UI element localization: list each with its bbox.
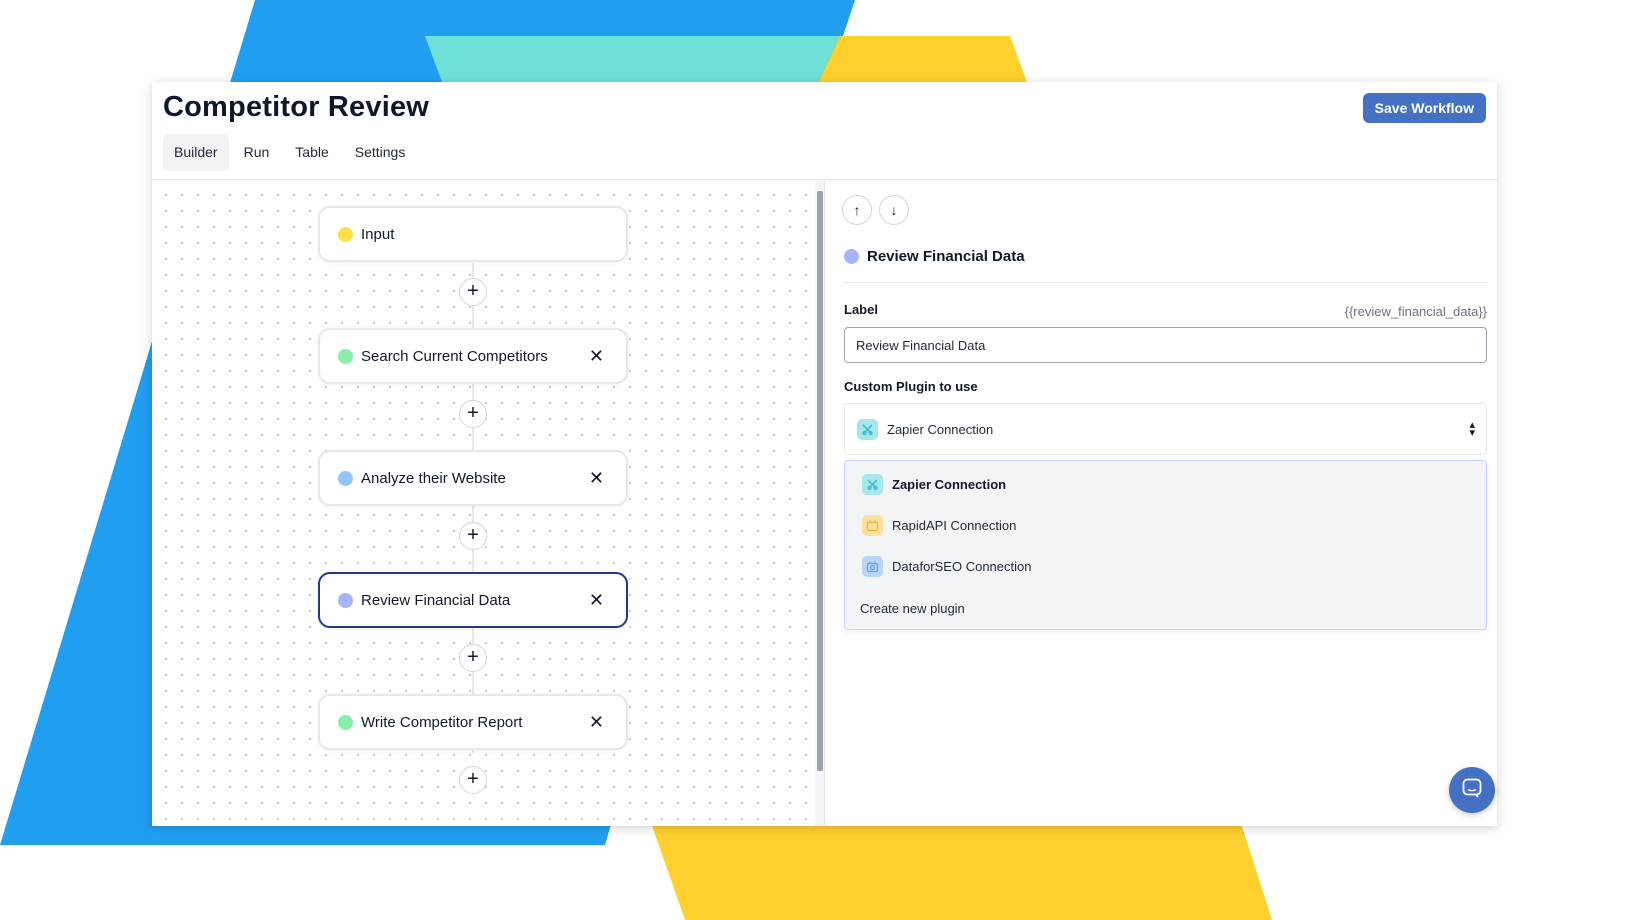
zapier-icon [857, 418, 878, 440]
chevron-up-down-icon: ▴ ▾ [1469, 419, 1475, 439]
plugin-dropdown-menu: Zapier Connection RapidAPI Connection Da… [844, 460, 1487, 630]
tab-table[interactable]: Table [284, 134, 339, 171]
plugin-option-label: DataforSEO Connection [892, 559, 1032, 574]
header: Competitor Review Save Workflow Builder … [152, 82, 1497, 180]
workflow-node-search-competitors[interactable]: Search Current Competitors ✕ [318, 328, 628, 384]
rapidapi-icon [862, 515, 883, 536]
add-step-button[interactable]: + [459, 400, 487, 428]
variable-name-hint: {{review_financial_data}} [1344, 304, 1487, 319]
node-label: Review Financial Data [361, 591, 511, 609]
arrow-up-icon[interactable]: ↑ [842, 195, 872, 225]
save-workflow-button[interactable]: Save Workflow [1362, 93, 1486, 123]
node-status-dot [338, 348, 353, 364]
arrow-down-icon[interactable]: ↓ [879, 195, 909, 225]
plugin-option-label: RapidAPI Connection [892, 518, 1017, 533]
node-status-dot [338, 714, 353, 730]
create-new-plugin-option[interactable]: Create new plugin [860, 601, 965, 616]
node-label: Analyze their Website [361, 469, 506, 487]
plugin-option-label: Zapier Connection [892, 477, 1007, 492]
add-step-button[interactable]: + [459, 644, 487, 672]
plugin-select-value: Zapier Connection [887, 421, 994, 437]
node-label: Input [361, 225, 395, 243]
node-status-dot [338, 592, 353, 608]
add-step-button[interactable]: + [459, 278, 487, 306]
close-icon[interactable]: ✕ [589, 713, 604, 731]
node-label: Write Competitor Report [361, 713, 523, 731]
node-status-dot [338, 226, 353, 242]
label-field-label: Label [844, 302, 878, 317]
step-status-dot [844, 249, 859, 264]
workflow-node-write-report[interactable]: Write Competitor Report ✕ [318, 694, 628, 750]
step-title-row: Review Financial Data [844, 248, 1025, 265]
workflow-node-input[interactable]: Input [318, 206, 628, 262]
scrollbar-thumb[interactable] [817, 191, 823, 771]
plugin-option-dataforseo[interactable]: DataforSEO Connection [862, 556, 1031, 577]
tab-settings[interactable]: Settings [344, 134, 417, 171]
zapier-icon [862, 474, 883, 495]
node-status-dot [338, 470, 353, 486]
step-settings-panel: ↑ ↓ Review Financial Data Label {{review… [825, 181, 1497, 826]
workflow-window: Competitor Review Save Workflow Builder … [152, 82, 1497, 826]
page-title: Competitor Review [163, 91, 430, 123]
plugin-field-label: Custom Plugin to use [844, 379, 978, 394]
node-label: Search Current Competitors [361, 347, 548, 365]
workflow-node-review-financial-data[interactable]: Review Financial Data ✕ [318, 572, 628, 628]
step-title: Review Financial Data [867, 248, 1025, 265]
tab-run[interactable]: Run [233, 134, 281, 171]
workflow-node-analyze-website[interactable]: Analyze their Website ✕ [318, 450, 628, 506]
dataforseo-icon [862, 556, 883, 577]
chat-widget-button[interactable] [1449, 767, 1495, 813]
label-input[interactable] [844, 327, 1487, 363]
add-step-button[interactable]: + [459, 522, 487, 550]
plugin-option-rapidapi[interactable]: RapidAPI Connection [862, 515, 1016, 536]
add-step-button[interactable]: + [459, 766, 487, 794]
plugin-select[interactable]: Zapier Connection ▴ ▾ [844, 403, 1487, 455]
workflow-canvas[interactable]: Input + Search Current Competitors ✕ + A… [152, 181, 815, 826]
tab-bar: Builder Run Table Settings [163, 134, 416, 171]
close-icon[interactable]: ✕ [589, 347, 604, 365]
close-icon[interactable]: ✕ [589, 591, 604, 609]
close-icon[interactable]: ✕ [589, 469, 604, 487]
chat-icon [1461, 777, 1483, 804]
tab-builder[interactable]: Builder [163, 134, 229, 171]
plugin-option-zapier[interactable]: Zapier Connection [862, 474, 1006, 495]
divider [844, 282, 1487, 283]
canvas-scrollbar[interactable] [815, 181, 825, 826]
